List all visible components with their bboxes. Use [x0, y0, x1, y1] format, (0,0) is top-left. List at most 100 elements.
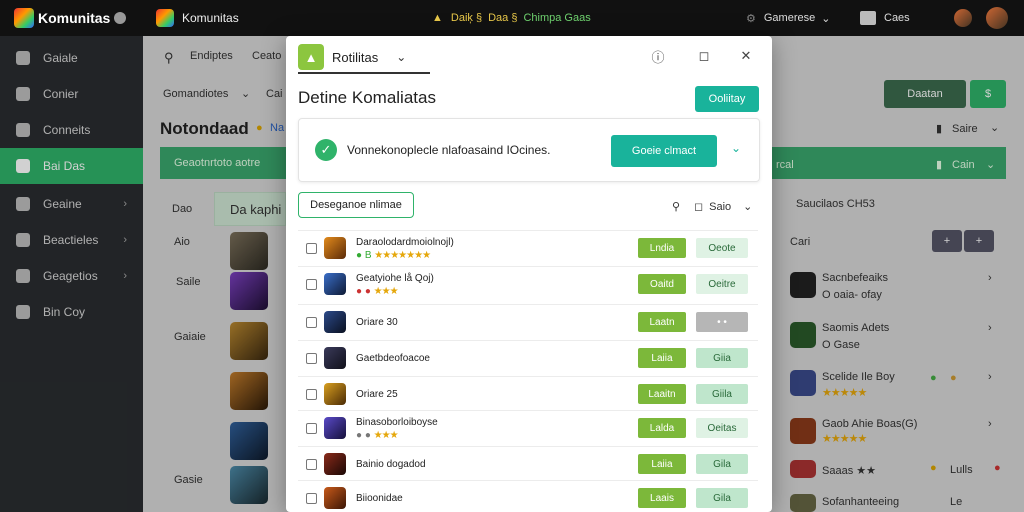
- row-secondary-button[interactable]: Oeitas: [696, 418, 748, 438]
- sort-control[interactable]: ◻ Saio ⌄: [694, 200, 753, 214]
- community-logo-icon: ▲: [298, 44, 324, 70]
- bookmark-icon: ◻: [694, 201, 704, 213]
- row-checkbox[interactable]: [306, 279, 317, 290]
- game-thumbnail: [324, 487, 346, 509]
- top-bar: Komunitas Komunitas ▲ Daiķ § Daa § Chimp…: [0, 0, 1024, 36]
- row-primary-button[interactable]: Lalda: [638, 418, 686, 438]
- row-checkbox[interactable]: [306, 317, 317, 328]
- rating-stars: ★★★★★★★: [374, 250, 431, 261]
- chevron-down-icon: ⌄: [743, 201, 753, 213]
- top-right-link[interactable]: Caes: [860, 0, 910, 36]
- row-name: Bainio dogadod: [356, 459, 426, 470]
- chevron-down-icon: ⌄: [396, 50, 407, 64]
- top-action-button[interactable]: Ooliitay: [695, 86, 759, 112]
- brand-name: Komunitas: [38, 10, 111, 26]
- row-primary-button[interactable]: Laiia: [638, 454, 686, 474]
- row-primary-button[interactable]: Laais: [638, 488, 686, 508]
- row-secondary-button[interactable]: Oeitre: [696, 274, 748, 294]
- row-primary-button[interactable]: Oaitd: [638, 274, 686, 294]
- app-logo-icon: [156, 9, 174, 27]
- row-sub-prefix: ● ●: [356, 430, 371, 441]
- game-thumbnail: [324, 347, 346, 369]
- notification-icon: [954, 9, 972, 27]
- warning-icon: ▲: [432, 12, 443, 24]
- rating-stars: ★★★: [373, 430, 399, 441]
- contact-button[interactable]: Goeie clmact: [611, 135, 717, 167]
- controller-icon: [860, 11, 876, 25]
- row-checkbox[interactable]: [306, 423, 317, 434]
- row-checkbox[interactable]: [306, 243, 317, 254]
- row-checkbox[interactable]: [306, 389, 317, 400]
- info-icon[interactable]: ◻: [696, 48, 712, 64]
- top-right-menu[interactable]: ⚙ Gamerese ⌄: [746, 0, 830, 36]
- top-action-button-label: Ooliitay: [708, 93, 746, 105]
- app-name: Komunitas: [182, 11, 239, 25]
- game-thumbnail: [324, 311, 346, 333]
- notice-text: Vonnekonoplecle nlafoasaind IOcines.: [347, 143, 551, 157]
- rating-stars: ★★★: [373, 286, 399, 297]
- modal-heading: Detine Komaliatas: [298, 88, 436, 107]
- contact-button-label: Goeie clmact: [631, 145, 697, 157]
- modal-tab[interactable]: ▲ Rotilitas ⌄: [298, 42, 430, 74]
- list-item[interactable]: Oriare 25 Laaitn Giila: [298, 376, 758, 410]
- top-right-link-label: Caes: [884, 12, 910, 24]
- chevron-down-icon: ⌄: [821, 12, 831, 25]
- game-thumbnail: [324, 417, 346, 439]
- center-mid: Daa §: [488, 12, 518, 24]
- filter-tab-label: Deseganoe nlimae: [310, 199, 402, 211]
- row-name: Geatyiohe lå Qoj): [356, 273, 434, 284]
- list-item[interactable]: Bainio dogadod Laiia Gila: [298, 446, 758, 480]
- row-name: Daraolodardmoiolnojl): [356, 237, 454, 248]
- row-primary-button[interactable]: Laiia: [638, 348, 686, 368]
- notifications[interactable]: [954, 0, 972, 36]
- row-primary-button[interactable]: Lndia: [638, 238, 686, 258]
- row-secondary-button[interactable]: Giia: [696, 348, 748, 368]
- user-avatar[interactable]: [986, 0, 1008, 36]
- row-secondary-button[interactable]: Giila: [696, 384, 748, 404]
- chevron-down-icon[interactable]: ⌄: [731, 141, 741, 155]
- top-right-label: Gamerese: [763, 12, 816, 24]
- center-lead: Daiķ §: [450, 12, 483, 24]
- center-tail: Chimpa Gaas: [523, 12, 591, 24]
- brand-logo-icon: [14, 8, 34, 28]
- status-dot-icon: [114, 12, 127, 24]
- list-item[interactable]: Oriare 30 Laatn • •: [298, 304, 758, 338]
- row-sub: ● ● ★★★: [356, 286, 399, 297]
- list-item[interactable]: Gaetbdeofoacoe Laiia Giia: [298, 340, 758, 374]
- gear-icon: ⚙: [746, 12, 756, 25]
- row-checkbox[interactable]: [306, 459, 317, 470]
- check-circle-icon: ✓: [315, 139, 337, 161]
- row-secondary-button[interactable]: • •: [696, 312, 748, 332]
- row-name: Gaetbdeofoacoe: [356, 353, 430, 364]
- search-icon[interactable]: ⚲: [672, 200, 680, 213]
- row-secondary-button[interactable]: Oeote: [696, 238, 748, 258]
- game-thumbnail: [324, 383, 346, 405]
- row-sub: ● B ★★★★★★★: [356, 250, 431, 261]
- game-thumbnail: [324, 453, 346, 475]
- filter-tab[interactable]: Deseganoe nlimae: [298, 192, 414, 218]
- row-primary-button[interactable]: Laatn: [638, 312, 686, 332]
- row-name: Biioonidae: [356, 493, 403, 504]
- row-name: Binasoborloiboyse: [356, 417, 438, 428]
- notice-card: ✓ Vonnekonoplecle nlafoasaind IOcines. G…: [298, 118, 760, 182]
- close-icon[interactable]: ✕: [738, 48, 754, 64]
- row-secondary-button[interactable]: Gila: [696, 454, 748, 474]
- app-switcher[interactable]: Komunitas: [156, 0, 239, 36]
- game-thumbnail: [324, 237, 346, 259]
- list-item[interactable]: Biioonidae Laais Gila: [298, 480, 758, 512]
- list-item[interactable]: Binasoborloiboyse ● ● ★★★ Lalda Oeitas: [298, 410, 758, 444]
- row-name: Oriare 25: [356, 389, 398, 400]
- list-item[interactable]: Geatyiohe lå Qoj) ● ● ★★★ Oaitd Oeitre: [298, 266, 758, 300]
- row-name: Oriare 30: [356, 317, 398, 328]
- avatar: [986, 7, 1008, 29]
- row-secondary-button[interactable]: Gila: [696, 488, 748, 508]
- row-checkbox[interactable]: [306, 353, 317, 364]
- game-thumbnail: [324, 273, 346, 295]
- modal-dialog: ▲ Rotilitas ⌄ ⓘ ◻ ✕ Detine Komaliatas Oo…: [286, 36, 772, 512]
- row-checkbox[interactable]: [306, 493, 317, 504]
- help-icon[interactable]: ⓘ: [650, 48, 666, 65]
- row-primary-button[interactable]: Laaitn: [638, 384, 686, 404]
- brand[interactable]: Komunitas: [14, 0, 127, 36]
- top-center-text: ▲ Daiķ § Daa § Chimpa Gaas: [432, 0, 591, 36]
- list-item[interactable]: Daraolodardmoiolnojl) ● B ★★★★★★★ Lndia …: [298, 230, 758, 264]
